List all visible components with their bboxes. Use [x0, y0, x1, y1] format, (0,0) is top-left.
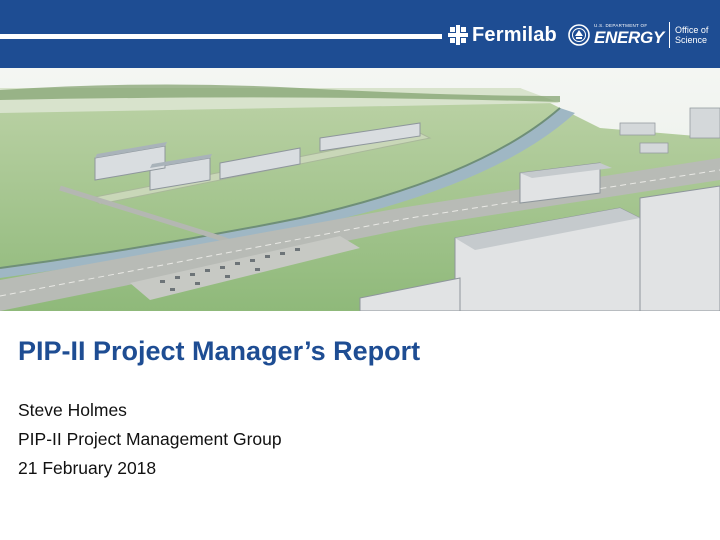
presentation-date: 21 February 2018: [18, 458, 157, 478]
slide-title: PIP-II Project Manager’s Report: [18, 336, 421, 366]
presenter-name: Steve Holmes: [18, 400, 127, 420]
doe-wordmark: U.S. DEPARTMENT OF ENERGY: [594, 24, 664, 46]
header-bar: Fermilab U.S. DEPARTMENT OF ENERGY Offic…: [0, 0, 720, 68]
logo-divider: [669, 22, 670, 48]
fermilab-wordmark: Fermilab: [472, 23, 557, 46]
aerial-site-illustration: [0, 68, 720, 311]
doe-seal-icon: [568, 24, 590, 46]
office-line-1: Office of: [675, 25, 709, 35]
office-of-science-label: Office of Science: [675, 25, 708, 45]
header-stripe: [0, 34, 442, 39]
fermilab-mark-icon: [448, 25, 468, 45]
doe-energy-label: ENERGY: [594, 27, 664, 47]
doe-logo: U.S. DEPARTMENT OF ENERGY Office of Scie…: [568, 22, 708, 48]
office-line-2: Science: [675, 35, 708, 45]
site-rendering-image: [0, 68, 720, 311]
fermilab-logo: Fermilab: [447, 22, 557, 48]
presenter-group: PIP-II Project Management Group: [18, 429, 282, 449]
